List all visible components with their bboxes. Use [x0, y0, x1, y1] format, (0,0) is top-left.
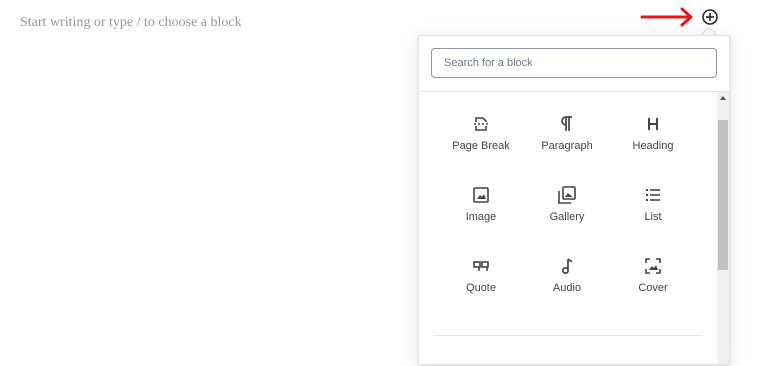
heading-icon [641, 112, 665, 136]
block-label: Paragraph [541, 140, 593, 152]
scroll-up-arrow-icon[interactable] [717, 92, 729, 104]
block-search [419, 36, 729, 92]
block-grid: Page Break Paragraph Heading Image Galle… [438, 112, 696, 325]
block-label: Page Break [452, 140, 510, 152]
block-list: Page Break Paragraph Heading Image Galle… [419, 92, 717, 366]
annotation-arrow-icon [640, 7, 693, 27]
block-item-list[interactable]: List [610, 183, 696, 254]
block-item-image[interactable]: Image [438, 183, 524, 254]
block-label: Image [465, 211, 497, 223]
block-item-audio[interactable]: Audio [524, 254, 610, 325]
block-label: Quote [466, 282, 496, 294]
block-item-page-break[interactable]: Page Break [438, 112, 524, 183]
block-search-input[interactable] [431, 48, 717, 78]
gallery-icon [555, 183, 579, 207]
quote-icon [469, 254, 493, 278]
cover-icon [641, 254, 665, 278]
audio-icon [555, 254, 579, 278]
block-inserter-popover: Page Break Paragraph Heading [418, 35, 730, 365]
block-item-gallery[interactable]: Gallery [524, 183, 610, 254]
divider [433, 335, 703, 336]
block-label: Cover [638, 282, 668, 294]
add-block-button[interactable] [701, 8, 719, 26]
paragraph-icon [555, 112, 579, 136]
image-icon [469, 183, 493, 207]
block-item-quote[interactable]: Quote [438, 254, 524, 325]
block-label: Gallery [549, 211, 585, 223]
plus-circle-icon [702, 9, 718, 25]
block-item-cover[interactable]: Cover [610, 254, 696, 325]
block-item-paragraph[interactable]: Paragraph [524, 112, 610, 183]
list-icon [641, 183, 665, 207]
editor-placeholder[interactable]: Start writing or type / to choose a bloc… [20, 15, 242, 31]
block-label: List [644, 211, 662, 223]
page-break-icon [469, 112, 493, 136]
block-item-heading[interactable]: Heading [610, 112, 696, 183]
block-label: Heading [632, 140, 674, 152]
scrollbar[interactable] [717, 92, 729, 364]
scroll-thumb[interactable] [718, 120, 728, 270]
block-label: Audio [552, 282, 582, 294]
